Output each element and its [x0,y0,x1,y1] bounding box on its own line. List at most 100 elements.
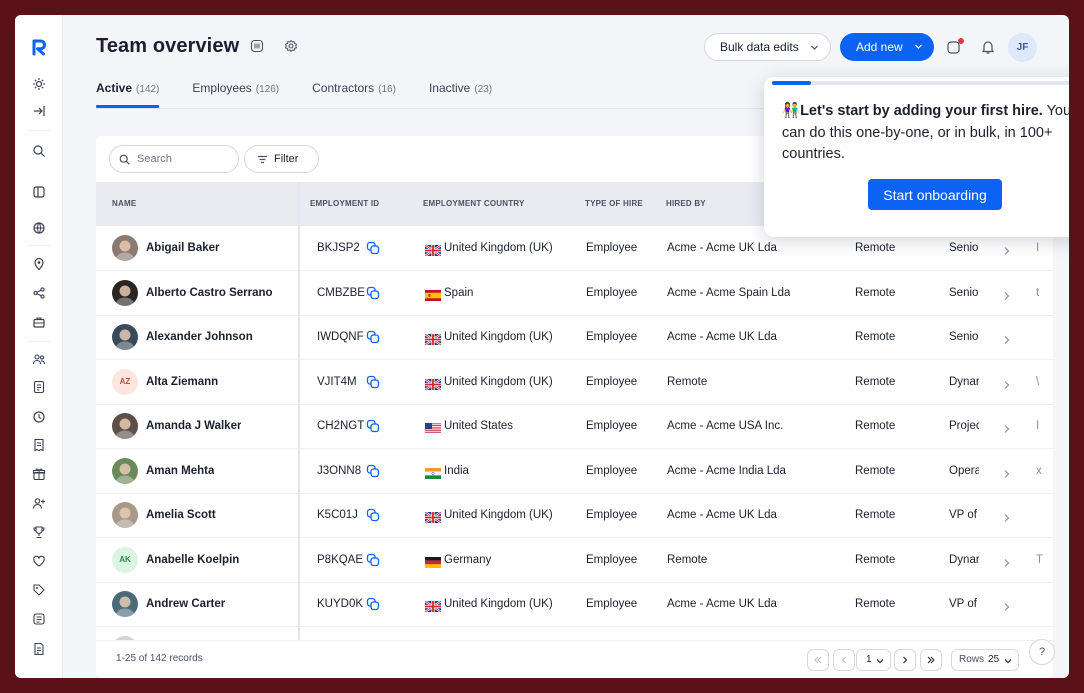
sun-icon[interactable] [32,77,46,91]
briefcase-icon[interactable] [32,315,46,329]
hired-by: Acme - Acme UK Lda [667,598,777,610]
employee-name[interactable]: Amelia Scott [146,493,216,537]
start-onboarding-button[interactable]: Start onboarding [868,179,1002,210]
employment-country: United Kingdom (UK) [444,598,553,610]
help-button[interactable]: ? [1029,639,1055,665]
copy-icon[interactable] [366,286,380,300]
chevron-right-icon[interactable] [1002,421,1011,433]
tab-count: (142) [136,84,160,95]
next-page-button[interactable] [894,649,916,671]
chevron-right-icon[interactable] [1002,377,1011,389]
employee-name[interactable]: Aman Mehta [146,449,214,493]
flag-uk-icon [424,243,442,257]
employment-id: J3ONN8 [317,464,362,477]
document-icon[interactable] [32,380,46,394]
map-pin-icon[interactable] [32,257,46,271]
collapse-sidebar-icon[interactable] [32,104,46,118]
flag-uk-icon [424,599,442,613]
column-header-employment-id[interactable]: EMPLOYMENT ID [310,182,379,226]
column-header-type-of-hire[interactable]: TYPE OF HIRE [585,182,643,226]
column-header-employment-country[interactable]: EMPLOYMENT COUNTRY [423,182,525,226]
heart-icon[interactable] [32,554,46,568]
chevron-right-icon[interactable] [1002,466,1011,478]
table-row[interactable]: Amelia Scott K5C01J United Kingdom (UK) Emp… [96,493,1053,538]
tab-active[interactable]: Active (142) [96,81,160,109]
tab-inactive[interactable]: Inactive (23) [429,81,492,109]
search-field[interactable] [109,145,239,173]
table-row[interactable]: Alexander Johnson IWDQNF United Kingdom (U… [96,315,1053,360]
page-select[interactable]: 1 [856,649,891,671]
table-row[interactable]: Aman Mehta J3ONN8 India Employee Acme - Acme… [96,449,1053,494]
app-logo-icon[interactable] [29,37,49,57]
employee-name[interactable]: Anabelle Koelpin [146,538,239,582]
receipt-icon[interactable] [32,438,46,452]
column-header-hired-by[interactable]: HIRED BY [666,182,706,226]
chevron-down-icon [811,45,818,50]
employee-name[interactable]: Alta Ziemann [146,360,218,404]
search-icon[interactable] [32,144,46,158]
employment-country: India [444,464,469,477]
people-icon[interactable] [32,352,46,366]
job-title: Projec [949,420,979,432]
add-user-icon[interactable] [32,496,46,510]
overflow-column: t [1036,286,1040,299]
invoice-icon[interactable] [32,642,46,656]
employee-name[interactable]: Alexander Johnson [146,315,253,359]
table-row[interactable]: Andrew Carter KUYD0K United Kingdom (UK) Em… [96,582,1053,627]
copy-icon[interactable] [366,375,380,389]
settings-gear-icon[interactable] [284,39,298,53]
copy-icon[interactable] [366,464,380,478]
employment-country: United Kingdom (UK) [444,509,553,521]
employee-name[interactable]: Alberto Castro Serrano [146,271,273,315]
table-row[interactable]: AK Anabelle Koelpin P8KQAE Germany Employee R… [96,538,1053,583]
employee-name[interactable]: Abigail Baker [146,226,220,270]
copy-icon[interactable] [366,241,380,255]
type-of-hire: Employee [586,331,638,343]
chevron-right-icon[interactable] [1002,510,1011,522]
user-avatar[interactable]: JF [1008,33,1037,62]
copy-icon[interactable] [366,553,380,567]
copy-icon[interactable] [366,419,380,433]
previous-page-button[interactable] [833,649,855,671]
copy-icon[interactable] [366,508,380,522]
rows-per-page-select[interactable]: Rows 25 [951,649,1019,671]
employee-name[interactable]: Amanda J Walker [146,404,241,448]
employment-id: CMBZBE [317,286,365,299]
type-of-hire: Employee [586,242,638,254]
copy-icon[interactable] [366,597,380,611]
chevron-right-icon[interactable] [1002,332,1011,344]
table-row[interactable]: AZ Alta Ziemann VJIT4M United Kingdom (UK) E… [96,360,1053,405]
clock-icon[interactable] [32,410,46,424]
tab-contractors[interactable]: Contractors (16) [312,81,396,109]
gift-icon[interactable] [32,467,46,481]
notes-icon[interactable] [32,612,46,626]
tab-employees[interactable]: Employees (126) [192,81,279,109]
add-new-button[interactable]: Add new [840,33,934,61]
flag-es-icon [425,288,441,301]
panel-icon[interactable] [32,185,46,199]
filter-button[interactable]: Filter [244,145,319,173]
tag-icon[interactable] [32,583,46,597]
bell-icon[interactable] [980,39,996,55]
table-row[interactable]: Alberto Castro Serrano CMBZBE Spain Employe… [96,271,1053,316]
bulk-data-edits-button[interactable]: Bulk data edits [704,33,831,61]
org-chart-icon[interactable] [250,39,264,53]
first-page-button[interactable] [807,649,829,671]
trophy-icon[interactable] [32,525,46,539]
chevron-right-icon[interactable] [1002,288,1011,300]
globe-icon[interactable] [32,221,46,235]
copy-icon[interactable] [366,330,380,344]
chevron-down-icon [1004,659,1012,664]
page-title: Team overview [96,35,240,57]
chevron-right-icon[interactable] [1002,243,1011,255]
last-page-button[interactable] [920,649,942,671]
employee-name[interactable]: Andrew Carter [146,582,225,626]
chevron-right-icon[interactable] [1002,555,1011,567]
table-row[interactable]: Amanda J Walker CH2NGT United States Employ… [96,404,1053,449]
column-header-name[interactable]: NAME [112,182,136,226]
avatar [112,591,138,617]
rows-label: Rows [959,654,985,665]
chevron-right-icon[interactable] [1002,599,1011,611]
share-icon[interactable] [32,286,46,300]
search-input[interactable] [137,153,232,165]
